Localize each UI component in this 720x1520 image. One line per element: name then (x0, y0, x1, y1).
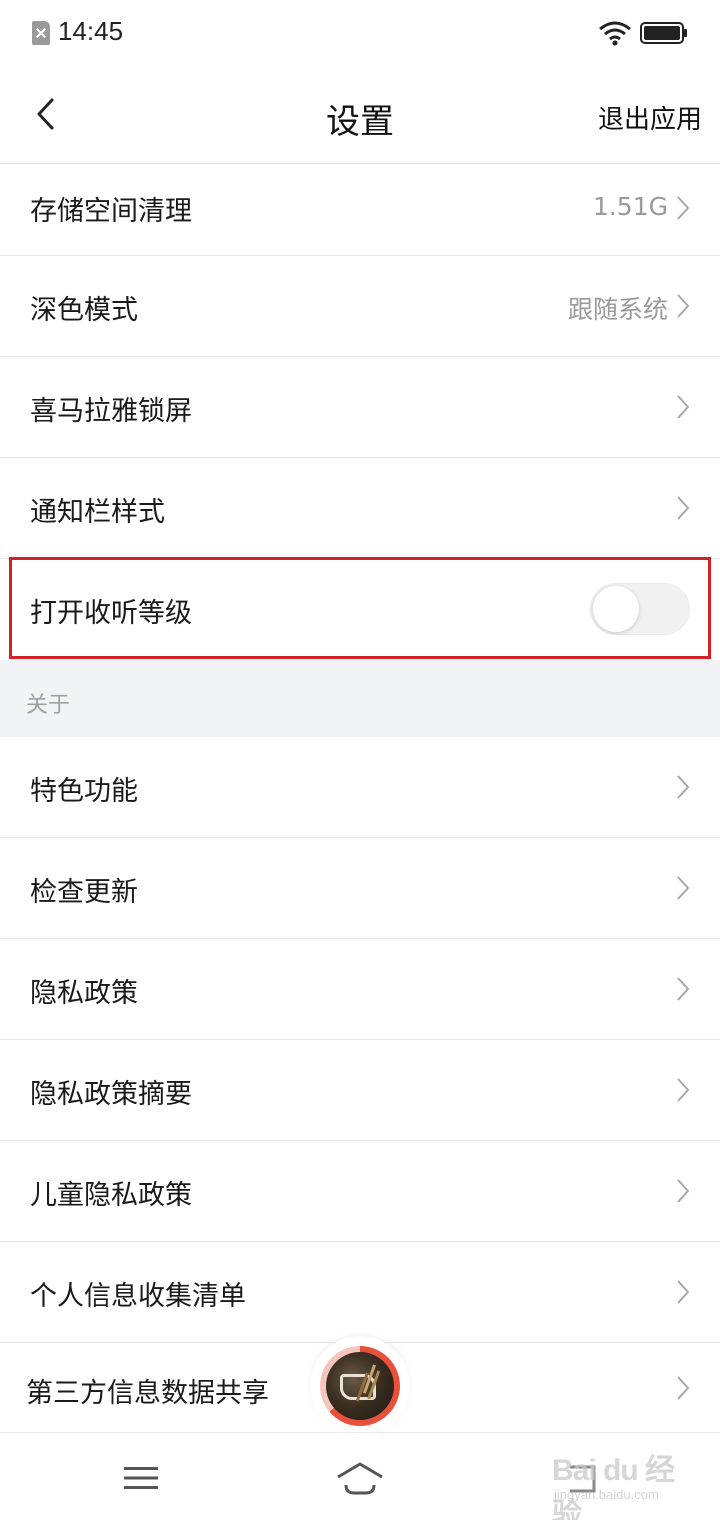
status-bar: 14:45 (0, 0, 720, 66)
setting-row-storage-cleanup[interactable]: 存储空间清理 1.51G (0, 164, 720, 256)
watermark-sub: jingyan.baidu.com (554, 1487, 659, 1502)
about-item-label: 检查更新 (30, 877, 138, 908)
setting-label: 通知栏样式 (30, 497, 165, 528)
setting-label: 深色模式 (30, 295, 138, 326)
album-cover-image (326, 1352, 394, 1420)
watermark-main: Bai du 经验 (552, 1454, 675, 1520)
setting-row-lock-screen[interactable]: 喜马拉雅锁屏 (0, 357, 720, 458)
mini-player-button[interactable] (310, 1336, 410, 1436)
header: 设置 退出应用 (0, 66, 720, 164)
status-time: 14:45 (58, 16, 124, 46)
chevron-right-icon (677, 876, 690, 900)
highlight-box (9, 557, 711, 659)
about-item-label: 隐私政策 (30, 978, 138, 1009)
setting-label: 喜马拉雅锁屏 (30, 396, 192, 427)
chevron-right-icon (677, 1376, 690, 1400)
about-item-label: 隐私政策摘要 (30, 1079, 192, 1110)
chevron-right-icon (677, 294, 690, 318)
chevron-right-icon (677, 496, 690, 520)
wifi-icon (599, 21, 631, 46)
about-row-features[interactable]: 特色功能 (0, 737, 720, 838)
chevron-right-icon (677, 977, 690, 1001)
setting-label: 存储空间清理 (30, 196, 192, 227)
section-header-about: 关于 (0, 660, 720, 737)
about-item-label: 特色功能 (30, 776, 138, 807)
chevron-right-icon (677, 1078, 690, 1102)
chevron-right-icon (677, 775, 690, 799)
setting-value: 跟随系统 (567, 295, 668, 324)
baidu-jingyan-watermark: Bai du 经验 jingyan.baidu.com (552, 1441, 692, 1520)
chevron-right-icon (677, 196, 690, 220)
about-row-check-update[interactable]: 检查更新 (0, 838, 720, 939)
battery-icon (640, 22, 687, 44)
section-title: 关于 (26, 693, 71, 718)
about-row-privacy-policy[interactable]: 隐私政策 (0, 939, 720, 1040)
chevron-right-icon (677, 395, 690, 419)
system-nav-bar: Bai du 经验 jingyan.baidu.com (0, 1432, 720, 1520)
chevron-right-icon (677, 1179, 690, 1203)
menu-icon[interactable] (124, 1465, 158, 1491)
about-item-label: 第三方信息数据共享 (26, 1378, 269, 1409)
about-row-children-privacy[interactable]: 儿童隐私政策 (0, 1141, 720, 1242)
about-row-personal-info-list[interactable]: 个人信息收集清单 (0, 1242, 720, 1343)
setting-value: 1.51G (592, 192, 668, 221)
home-icon[interactable] (336, 1461, 384, 1497)
setting-row-dark-mode[interactable]: 深色模式 跟随系统 (0, 256, 720, 357)
about-item-label: 儿童隐私政策 (30, 1180, 192, 1211)
chevron-right-icon (677, 1280, 690, 1304)
setting-row-notification-style[interactable]: 通知栏样式 (0, 458, 720, 559)
exit-app-button[interactable]: 退出应用 (598, 99, 702, 136)
about-item-label: 个人信息收集清单 (30, 1281, 246, 1312)
about-row-privacy-summary[interactable]: 隐私政策摘要 (0, 1040, 720, 1141)
no-sim-icon (32, 21, 50, 45)
